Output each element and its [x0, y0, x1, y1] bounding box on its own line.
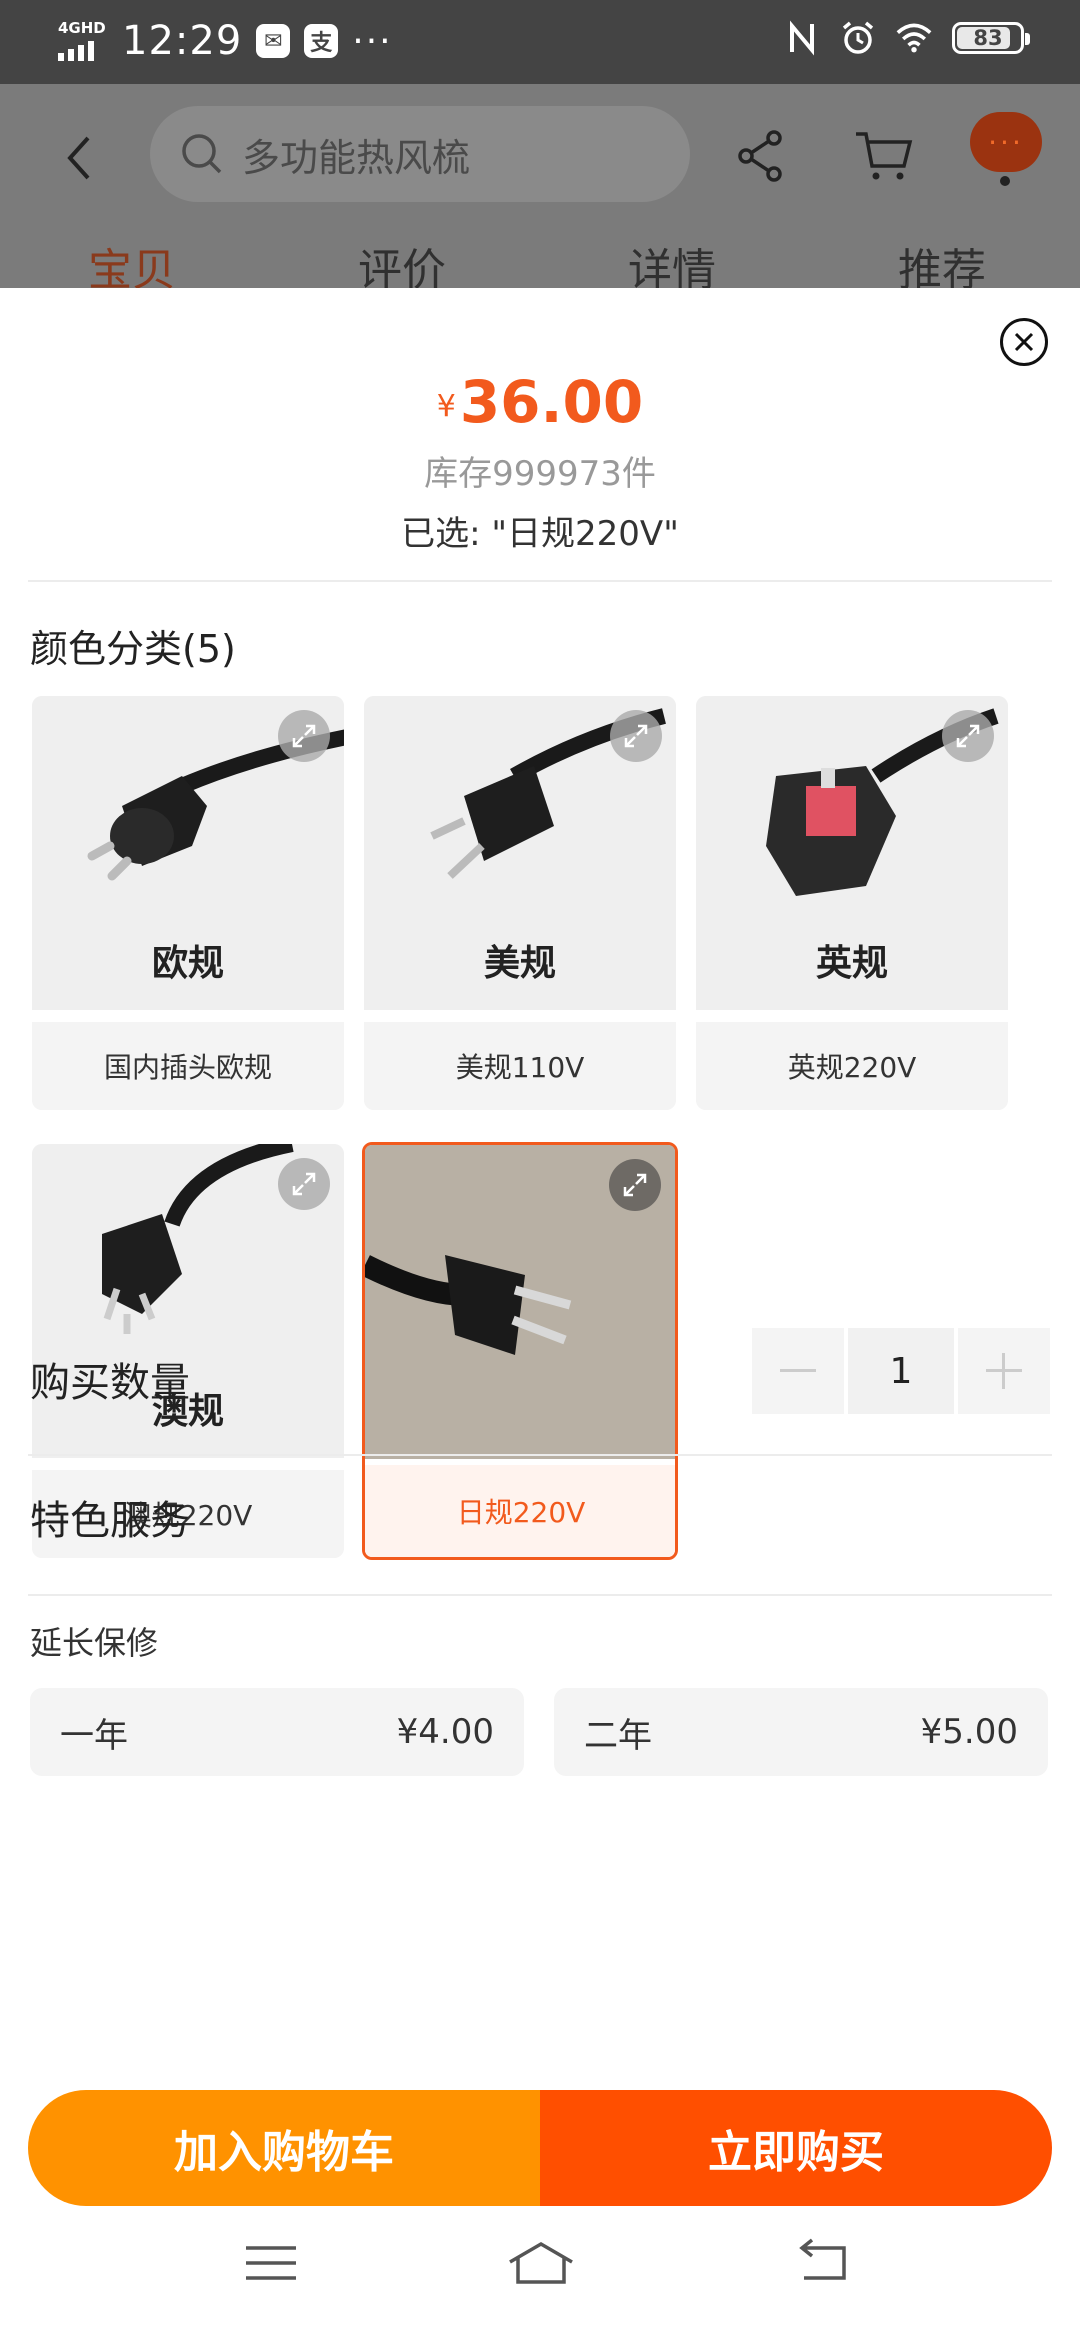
option-label: 英规220V — [696, 1022, 1008, 1110]
expand-icon[interactable] — [278, 710, 330, 762]
expand-icon[interactable] — [942, 710, 994, 762]
cart-icon — [856, 132, 913, 180]
minus-icon — [780, 1369, 816, 1372]
currency-symbol: ¥ — [436, 389, 456, 424]
add-to-cart-button[interactable]: 加入购物车 — [28, 2090, 540, 2206]
search-icon — [182, 134, 222, 174]
cart-button[interactable] — [852, 124, 916, 188]
back-arrow-icon — [67, 136, 90, 180]
option-uk-plug[interactable]: 英规 英规220V — [696, 696, 1008, 1110]
more-notifications-icon: ··· — [352, 20, 393, 62]
expand-icon[interactable] — [609, 1159, 661, 1211]
wifi-icon — [896, 20, 932, 56]
quantity-stepper: 1 — [752, 1328, 1052, 1414]
divider — [28, 1454, 1052, 1456]
more-menu-button[interactable]: ··· — [970, 112, 1042, 186]
menu-nav-button[interactable] — [242, 2238, 302, 2288]
color-section-title: 颜色分类(5) — [30, 627, 236, 671]
close-button[interactable] — [1000, 318, 1048, 366]
product-tabs: 宝贝 评价 详情 推荐 — [0, 234, 1080, 288]
option-jp-plug[interactable]: 日规220V — [362, 1142, 678, 1560]
option-us-plug[interactable]: 美规 美规110V — [364, 696, 676, 1110]
selected-variant: 已选: "日规220V" — [401, 514, 679, 554]
network-type: 4GHD — [58, 19, 106, 37]
warranty-title: 延长保修 — [30, 1624, 159, 1662]
battery-level: 83 — [973, 26, 1003, 50]
product-header: 多功能热风梳 ··· 宝贝 评价 详情 推荐 — [0, 84, 1080, 288]
back-nav-button[interactable] — [794, 2238, 854, 2288]
increment-button[interactable] — [958, 1328, 1050, 1414]
quantity-label: 购买数量 — [30, 1360, 190, 1406]
notification-app-icon: ✉ — [256, 24, 291, 58]
warranty-label: 二年 — [584, 1715, 652, 1756]
services-title: 特色服务 — [30, 1498, 190, 1544]
close-icon — [1014, 332, 1034, 352]
option-label: 美规110V — [364, 1022, 676, 1110]
alarm-icon — [840, 20, 876, 56]
status-time: 12:29 — [122, 18, 243, 64]
alipay-notification-icon: 支 — [304, 24, 339, 58]
divider — [28, 580, 1052, 582]
home-nav-button[interactable] — [506, 2238, 576, 2288]
share-icon — [738, 130, 782, 182]
price: ¥36.00 — [0, 368, 1080, 436]
price-value: 36.00 — [459, 368, 644, 436]
warranty-label: 一年 — [60, 1715, 128, 1756]
home-icon — [509, 2241, 573, 2284]
option-big-label: 欧规 — [151, 943, 224, 984]
tab-recommend[interactable]: 推荐 — [898, 234, 986, 288]
menu-icon — [246, 2246, 296, 2280]
share-button[interactable] — [730, 124, 794, 188]
expand-icon[interactable] — [610, 710, 662, 762]
back-nav-icon — [799, 2238, 846, 2280]
tab-details[interactable]: 详情 — [628, 234, 716, 288]
signal-icon: 4GHD — [58, 19, 108, 63]
decrement-button[interactable] — [752, 1328, 844, 1414]
search-placeholder: 多功能热风梳 — [242, 135, 471, 180]
warranty-price: ¥5.00 — [920, 1712, 1018, 1752]
option-big-label: 美规 — [483, 943, 556, 984]
sku-selection-sheet: ¥36.00 库存999973件 已选: "日规220V" 颜色分类(5) 欧规… — [0, 288, 1080, 2340]
search-input[interactable]: 多功能热风梳 — [150, 106, 690, 202]
nfc-icon — [784, 20, 820, 56]
plus-icon — [986, 1353, 1022, 1389]
system-nav-bar — [0, 2190, 1080, 2340]
quantity-value[interactable]: 1 — [848, 1328, 954, 1414]
buy-now-button[interactable]: 立即购买 — [540, 2090, 1052, 2206]
option-big-label: 英规 — [815, 943, 888, 984]
warranty-option-2-year[interactable]: 二年 ¥5.00 — [554, 1688, 1048, 1776]
action-buttons: 加入购物车 立即购买 — [28, 2090, 1052, 2206]
tab-reviews[interactable]: 评价 — [358, 234, 446, 288]
option-label: 日规220V — [365, 1465, 675, 1557]
tab-baby[interactable]: 宝贝 — [88, 234, 176, 288]
battery-icon: 83 — [952, 22, 1030, 54]
expand-icon[interactable] — [278, 1158, 330, 1210]
warranty-price: ¥4.00 — [396, 1712, 494, 1752]
option-label: 国内插头欧规 — [32, 1022, 344, 1110]
back-button[interactable] — [56, 128, 100, 188]
divider — [28, 1594, 1052, 1596]
option-eu-plug[interactable]: 欧规 国内插头欧规 — [32, 696, 344, 1110]
status-bar: 4GHD 12:29 ✉ 支 ··· 83 — [0, 0, 1080, 84]
stock-count: 库存999973件 — [424, 454, 656, 494]
warranty-option-1-year[interactable]: 一年 ¥4.00 — [30, 1688, 524, 1776]
